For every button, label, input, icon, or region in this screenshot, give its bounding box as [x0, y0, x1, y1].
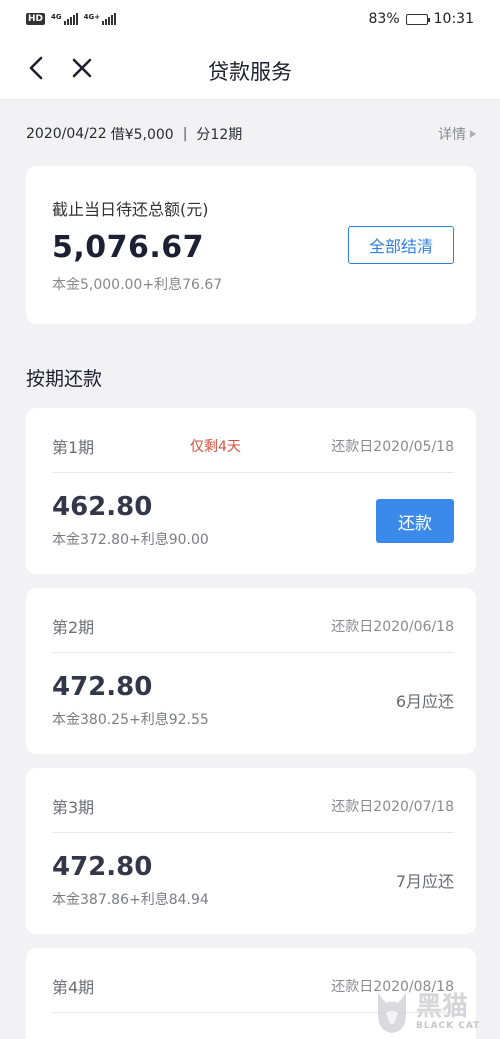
settle-all-button[interactable]: 全部结清 [348, 226, 454, 264]
installment-card-1: 第1期 仅剩4天 还款日2020/05/18 462.80 本金372.80+利… [26, 408, 476, 574]
installments-section-title: 按期还款 [26, 368, 103, 390]
days-remaining-badge: 仅剩4天 [190, 439, 241, 455]
installment-breakdown: 本金387.86+利息84.94 [52, 892, 209, 908]
signal-strength-icon-2: 4G+ [83, 13, 117, 25]
installment-name: 第1期 [52, 438, 95, 457]
watermark-en: BLACK CAT [416, 1020, 481, 1031]
installment-card-3[interactable]: 第3期 还款日2020/07/18 472.80 本金387.86+利息84.9… [26, 768, 476, 934]
divider [52, 832, 454, 833]
navigation-bar: 贷款服务 [0, 38, 500, 100]
installment-card-2[interactable]: 第2期 还款日2020/06/18 472.80 本金380.25+利息92.5… [26, 588, 476, 754]
details-label: 详情 [438, 127, 466, 143]
installment-name: 第2期 [52, 618, 95, 637]
installment-status: 7月应还 [395, 872, 454, 891]
triangle-right-icon [470, 130, 476, 138]
installment-due-date: 还款日2020/07/18 [331, 799, 454, 815]
clock: 10:31 [433, 11, 474, 27]
installment-amount: 472.80 [52, 672, 153, 702]
hd-indicator: HD [26, 13, 46, 25]
network-type-label: 4G [51, 13, 62, 21]
total-due-amount: 5,076.67 [52, 230, 205, 265]
installment-amount: 472.80 [52, 852, 153, 882]
cat-logo-icon [378, 993, 406, 1033]
installment-name: 第3期 [52, 798, 95, 817]
battery-icon [405, 13, 430, 25]
repay-button[interactable]: 还款 [376, 499, 454, 543]
network-type-label-2: 4G+ [83, 13, 101, 21]
divider [52, 652, 454, 653]
battery-percentage: 83% [368, 11, 400, 27]
installment-amount: 462.80 [52, 492, 153, 522]
close-button[interactable] [68, 53, 96, 83]
installment-status: 6月应还 [395, 692, 454, 711]
status-bar-left: HD 4G 4G+ [26, 13, 117, 25]
loan-date: 2020/04/22 [26, 126, 107, 142]
loan-installments: 分12期 [196, 127, 243, 143]
installment-due-date: 还款日2020/06/18 [331, 619, 454, 635]
total-due-label: 截止当日待还总额(元) [52, 200, 209, 219]
total-due-breakdown: 本金5,000.00+利息76.67 [52, 277, 223, 293]
details-link[interactable]: 详情 [438, 124, 476, 144]
black-cat-watermark: 黑猫 BLACK CAT [372, 985, 500, 1039]
status-bar-right: 83% 10:31 [369, 11, 474, 27]
signal-strength-icon: 4G [51, 13, 78, 25]
summary-separator: | [182, 126, 188, 142]
loan-summary: 2020/04/22 借¥5,000 | 分12期 详情 [26, 122, 476, 146]
installment-name: 第4期 [52, 978, 95, 997]
installment-breakdown: 本金380.25+利息92.55 [52, 712, 209, 728]
chevron-left-icon [29, 56, 43, 80]
close-icon [72, 58, 92, 78]
back-button[interactable] [22, 53, 50, 83]
status-bar: HD 4G 4G+ 83% 10:31 [0, 0, 500, 38]
installment-breakdown: 本金372.80+利息90.00 [52, 532, 209, 548]
watermark-cn: 黑猫 [416, 991, 469, 1022]
divider [52, 472, 454, 473]
loan-borrowed-amount: 借¥5,000 [110, 127, 174, 143]
total-due-card: 截止当日待还总额(元) 5,076.67 本金5,000.00+利息76.67 … [26, 166, 476, 324]
installment-due-date: 还款日2020/05/18 [331, 439, 454, 455]
